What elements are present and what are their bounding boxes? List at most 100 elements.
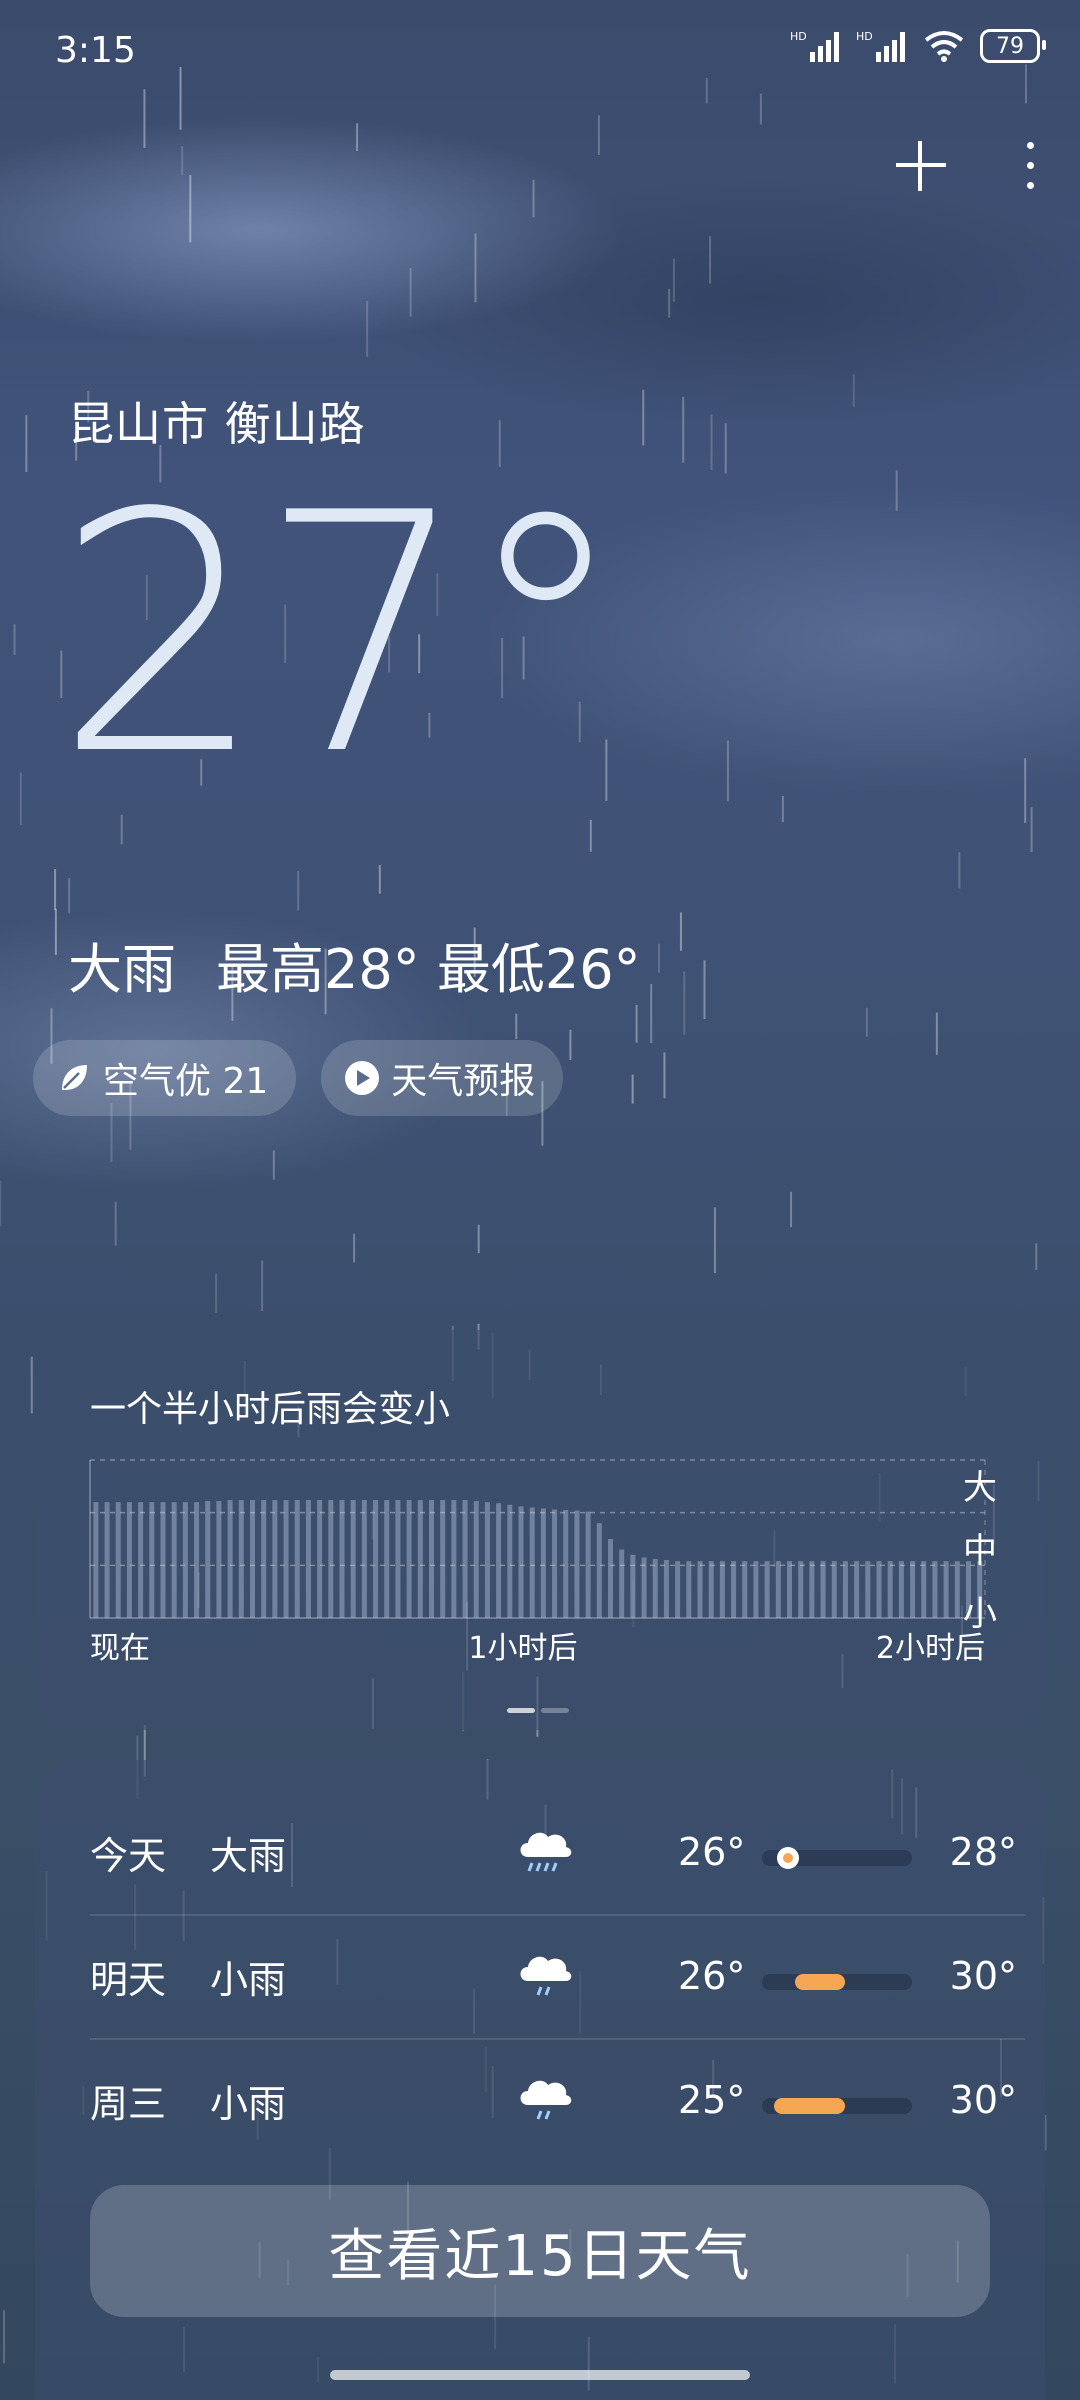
rain-bar [943,1561,949,1618]
daily-condition: 小雨 [210,2081,287,2126]
rain-bar [775,1561,781,1618]
temperature-range-fill [795,1974,845,1990]
air-quality-label: 空气优 21 [103,1061,269,1102]
rain-level-labels: 大 中 小 [963,1460,997,1635]
rain-bar [529,1507,535,1618]
status-time: 3:15 [55,30,136,71]
rain-bar [921,1561,927,1618]
play-icon [345,1061,380,1095]
time-label-2h: 2小时后 [875,1631,985,1666]
rain-bar [731,1561,737,1618]
card-pager[interactable] [507,1708,569,1713]
rain-intensity-chart [89,1459,986,1619]
rain-bar [719,1561,725,1618]
rain-bar [630,1554,636,1618]
rain-bar [809,1561,815,1618]
rain-bar [675,1561,681,1618]
rain-bar [373,1500,379,1618]
rain-bar [305,1500,311,1618]
rain-bar [786,1561,793,1618]
rain-bar [887,1561,893,1618]
rain-bar [596,1523,602,1618]
rain-bar [138,1502,144,1618]
more-options-button[interactable] [1020,135,1040,195]
rain-bar [876,1561,882,1618]
current-condition: 大雨 [68,938,176,1001]
level-label-heavy: 大 [963,1468,997,1508]
status-icons: HD HD 79 [790,28,1046,64]
air-quality-pill[interactable]: 空气优 21 [33,1040,297,1116]
daily-row[interactable]: 周三 小雨 25° 30° [90,2038,1025,2162]
daily-row[interactable]: 今天 大雨 26° 28° [90,1790,1025,1914]
rain-bar [160,1502,166,1618]
rain-bar [205,1501,211,1618]
rain-bar [361,1500,367,1618]
rain-bar [104,1502,110,1618]
home-indicator[interactable] [330,2370,750,2380]
temperature-range-bar [762,2098,912,2114]
rain-time-labels: 现在 1小时后 2小时后 [90,1623,985,1667]
daily-high-temp: 28° [949,1830,1017,1874]
rain-bar [272,1500,278,1618]
daily-row[interactable]: 明天 小雨 26° 30° [90,1914,1025,2038]
rain-bar [831,1561,837,1618]
daily-low-temp: 25° [678,2078,746,2122]
signal-icon-2: HD [856,30,905,62]
rain-bar [518,1506,524,1618]
rain-bar [249,1500,256,1618]
rain-bar [126,1502,132,1618]
level-label-moderate: 中 [963,1531,997,1571]
status-bar: 3:15 HD HD 79 [0,0,1080,110]
daily-day: 今天 [90,1833,167,1878]
weather-forecast-label: 天气预报 [391,1061,536,1102]
svg-text:HD: HD [790,30,807,43]
rain-bar [753,1561,759,1618]
signal-icon: HD [790,30,839,62]
wifi-icon [924,31,964,62]
weather-forecast-pill[interactable]: 天气预报 [321,1040,564,1116]
rain-bar [898,1561,904,1618]
rain-bar [484,1502,490,1618]
rain-bar [93,1502,99,1618]
rain-bar [619,1549,625,1618]
rain-bar [328,1500,334,1618]
rain-bar [115,1502,121,1618]
time-label-1h: 1小时后 [468,1631,578,1666]
rain-bar [865,1561,871,1618]
rain-bar [663,1560,669,1618]
temperature-range-fill [774,2098,845,2114]
rain-bar [339,1500,345,1618]
rain-bar [910,1561,916,1618]
battery-indicator: 79 [980,29,1046,63]
rain-bar [473,1501,479,1618]
rain-bar [708,1561,714,1618]
daily-day: 明天 [90,1957,167,2002]
rain-bar [350,1500,356,1618]
rain-bar [540,1508,546,1618]
rain-forecast-card[interactable]: 一个半小时后雨会变小 大 中 小 现在 1小时后 2小时后 [35,1330,1045,1730]
add-city-button[interactable] [890,135,950,195]
rain-bar [149,1502,155,1618]
current-temperature: 27° [55,443,628,827]
rain-bar [428,1500,435,1618]
rain-bar [585,1511,591,1618]
rain-bar [227,1500,233,1618]
view-15-day-button[interactable]: 查看近15日天气 [90,2185,990,2317]
rain-bar [764,1561,770,1618]
rain-bar [406,1500,412,1618]
heavy-rain-icon [520,1832,572,1872]
light-rain-icon [520,1956,572,1996]
rain-bar [294,1500,300,1618]
daily-low-temp: 26° [678,1954,746,1998]
rain-bar [216,1501,222,1618]
rain-bar [686,1561,692,1618]
daily-high-temp: 30° [949,2078,1017,2122]
condition-summary: 大雨 最高28° 最低26° [68,925,641,1004]
daily-forecast-card: 今天 大雨 26° 28° 明天 小雨 26° 30° 周三 小雨 25° 30° 查看近15日天气 [35,1760,1045,2400]
rain-bar [182,1502,188,1618]
rain-bar [496,1503,502,1618]
rain-bar [395,1500,401,1618]
rain-bar [261,1500,267,1618]
rain-bar [417,1500,423,1618]
info-pills: 空气优 21 天气预报 [33,1040,564,1116]
